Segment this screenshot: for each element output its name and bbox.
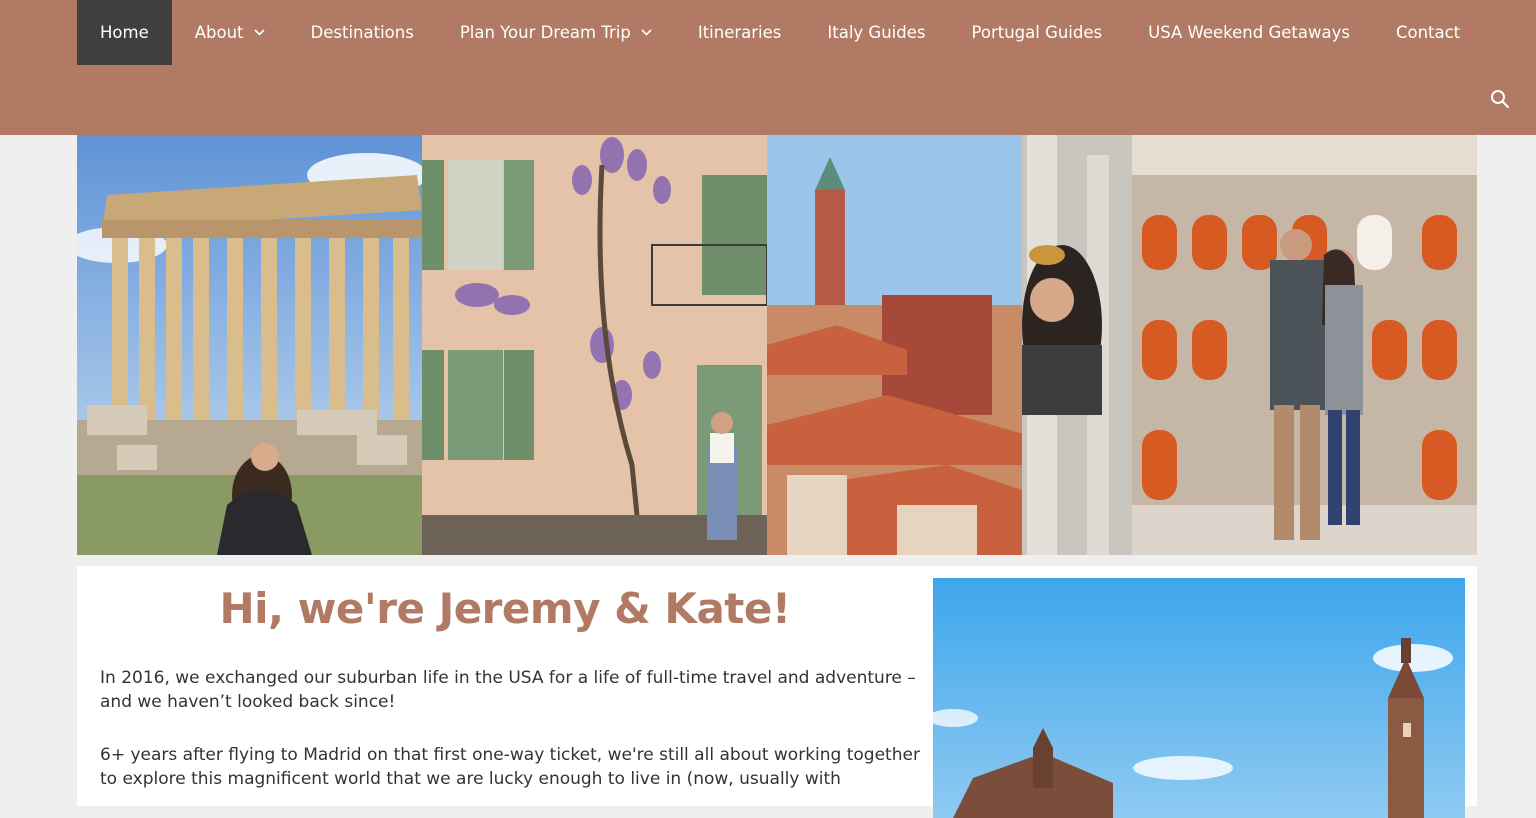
nav-item-label: Home	[100, 23, 149, 42]
page-title: Hi, we're Jeremy & Kate!	[219, 584, 791, 633]
nav-item-about[interactable]: About	[172, 0, 288, 65]
nav-item-label: Itineraries	[697, 23, 782, 42]
nav-item-label: Portugal Guides	[971, 23, 1103, 42]
main-navigation: Home About Destinations Plan Your Dream …	[77, 0, 1483, 65]
nav-item-home[interactable]: Home	[77, 0, 172, 65]
parthenon-photo	[77, 135, 422, 555]
intro-section: Hi, we're Jeremy & Kate! In 2016, we exc…	[77, 566, 1477, 818]
nav-item-portugal-guides[interactable]: Portugal Guides	[948, 0, 1125, 65]
plaza-de-espana-photo	[933, 578, 1465, 818]
nav-item-plan-your-dream-trip[interactable]: Plan Your Dream Trip	[437, 0, 675, 65]
colosseum-couple-photo	[1132, 135, 1477, 555]
nav-item-usa-weekend-getaways[interactable]: USA Weekend Getaways	[1125, 0, 1373, 65]
search-icon	[1491, 90, 1510, 109]
chevron-down-icon	[253, 29, 265, 36]
nav-item-label: USA Weekend Getaways	[1148, 23, 1350, 42]
nav-item-label: Italy Guides	[827, 23, 926, 42]
intro-paragraph: 6+ years after flying to Madrid on that …	[100, 745, 920, 789]
chevron-down-icon	[641, 29, 652, 36]
nav-item-italy-guides[interactable]: Italy Guides	[804, 0, 948, 65]
site-header: Home About Destinations Plan Your Dream …	[0, 0, 1536, 135]
nav-item-label: Plan Your Dream Trip	[459, 23, 631, 42]
search-button[interactable]	[1489, 88, 1511, 110]
nav-item-label: About	[194, 23, 244, 42]
nav-item-destinations[interactable]: Destinations	[288, 0, 437, 65]
nav-item-label: Contact	[1395, 23, 1461, 42]
hero-collage	[77, 135, 1477, 555]
wisteria-house-photo	[422, 135, 767, 555]
intro-paragraph: In 2016, we exchanged our suburban life …	[100, 668, 916, 712]
venice-rooftops-photo	[767, 135, 1132, 555]
nav-item-label: Destinations	[310, 23, 414, 42]
nav-item-contact[interactable]: Contact	[1373, 0, 1483, 65]
nav-item-itineraries[interactable]: Itineraries	[675, 0, 805, 65]
